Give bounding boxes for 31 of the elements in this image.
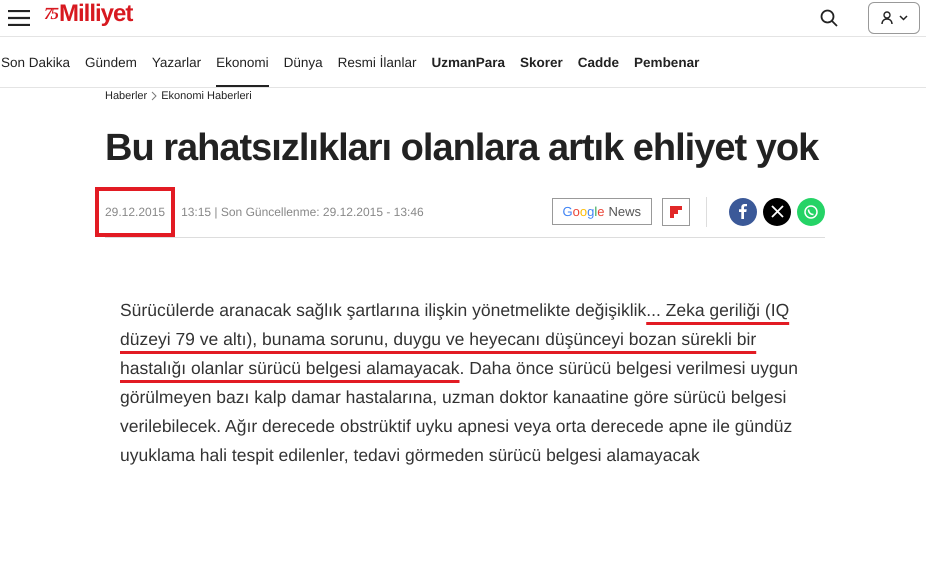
google-news-button[interactable]: Google News bbox=[552, 198, 652, 226]
nav-tab[interactable]: Resmi İlanlar bbox=[338, 37, 416, 87]
nav-tab[interactable]: Son Dakika bbox=[1, 37, 70, 87]
x-icon bbox=[770, 205, 784, 218]
flag-icon bbox=[670, 206, 682, 218]
nav-tab[interactable]: Cadde bbox=[578, 37, 620, 87]
publish-date: 29.12.2015 bbox=[95, 186, 176, 237]
chevron-down-icon bbox=[898, 15, 908, 21]
account-button[interactable] bbox=[868, 2, 920, 34]
search-icon[interactable] bbox=[820, 9, 838, 27]
nav-tab[interactable]: Yazarlar bbox=[152, 37, 202, 87]
whatsapp-icon bbox=[803, 204, 819, 220]
logo[interactable]: 75Milliyet bbox=[44, 0, 132, 28]
breadcrumb-link[interactable]: Ekonomi Haberleri bbox=[161, 90, 252, 102]
chevron-right-icon bbox=[151, 91, 158, 101]
nav-tab[interactable]: UzmanPara bbox=[431, 37, 505, 87]
nav-tab[interactable]: Dünya bbox=[284, 37, 323, 87]
headline: Bu rahatsızlıkları olanlara artık ehliyet yok bbox=[105, 126, 820, 171]
menu-icon[interactable] bbox=[8, 10, 30, 26]
facebook-icon bbox=[739, 204, 747, 220]
nav-tab[interactable]: Pembenar bbox=[634, 37, 700, 87]
nav-tab[interactable]: Ekonomi bbox=[216, 37, 269, 87]
nav-tab[interactable]: Skorer bbox=[520, 37, 563, 87]
facebook-button[interactable] bbox=[729, 198, 757, 226]
user-icon bbox=[880, 11, 892, 25]
share-button[interactable] bbox=[662, 198, 690, 226]
breadcrumb-link[interactable]: Haberler bbox=[105, 90, 148, 102]
x-button[interactable] bbox=[763, 198, 791, 226]
update-time: 13:15 | Son Güncellenme: 29.12.2015 - 13:46 bbox=[181, 204, 424, 219]
nav-tab[interactable]: Gündem bbox=[85, 37, 137, 87]
article-paragraph: Sürücülerde aranacak sağlık şartlarına ilişkin yönetmelikte değişiklik... Zeka geriliği (IQ düzeyi 79 ve altı), bunama sorunu, duygu ve heyecanı düşünceyi bozan sürekli bir hastalığı olanlar sürücü belgesi alamayacak. Daha önce sürücü belgesi verilmesi uygun görülmeyen bazı kalp damar hastalarına, uzman doktor kanaatine göre sürücü belgesi verilebilecek. Ağır derecede obstrüktif uyku apnesi veya orta derecede apne ile gündüz uyuklama hali tespit edilenler, tedavi görmeden sürücü belgesi alamayacak bbox=[120, 298, 800, 467]
